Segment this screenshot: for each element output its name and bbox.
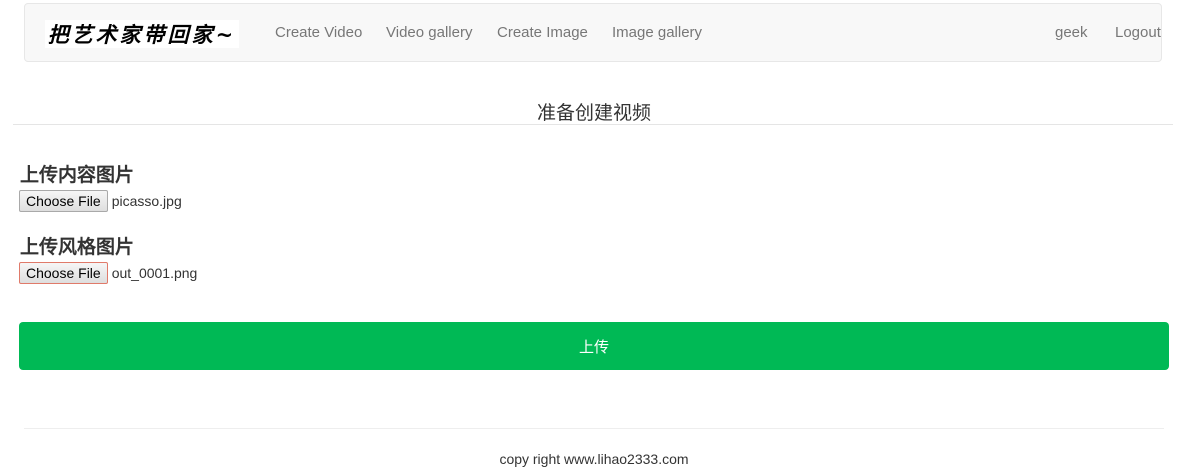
nav-logout[interactable]: Logout xyxy=(1115,24,1161,41)
footer-copyright: copy right www.lihao2333.com xyxy=(499,451,689,467)
footer-divider xyxy=(24,428,1164,429)
style-file-row: Choose File out_0001.png xyxy=(19,262,197,284)
style-file-name: out_0001.png xyxy=(111,265,198,281)
content-choose-file-button[interactable]: Choose File xyxy=(19,190,108,212)
nav-image-gallery[interactable]: Image gallery xyxy=(612,24,702,41)
navbar: 把艺术家带回家~ Create Video Video gallery Crea… xyxy=(24,3,1162,62)
style-choose-file-button[interactable]: Choose File xyxy=(19,262,108,284)
nav-create-image[interactable]: Create Image xyxy=(497,24,588,41)
brand-text: 把艺术家带回家~ xyxy=(47,22,237,47)
nav-user[interactable]: geek xyxy=(1055,24,1088,41)
nav-video-gallery[interactable]: Video gallery xyxy=(386,24,472,41)
brand-logo[interactable]: 把艺术家带回家~ xyxy=(45,20,239,48)
style-image-label: 上传风格图片 xyxy=(20,237,135,258)
upload-submit-button[interactable]: 上传 xyxy=(19,322,1169,370)
content-file-name: picasso.jpg xyxy=(111,193,182,209)
page-title: 准备创建视频 xyxy=(536,103,651,124)
title-divider xyxy=(13,124,1173,125)
nav-create-video[interactable]: Create Video xyxy=(275,24,362,41)
content-image-label: 上传内容图片 xyxy=(20,165,135,186)
content-file-row: Choose File picasso.jpg xyxy=(19,190,182,212)
